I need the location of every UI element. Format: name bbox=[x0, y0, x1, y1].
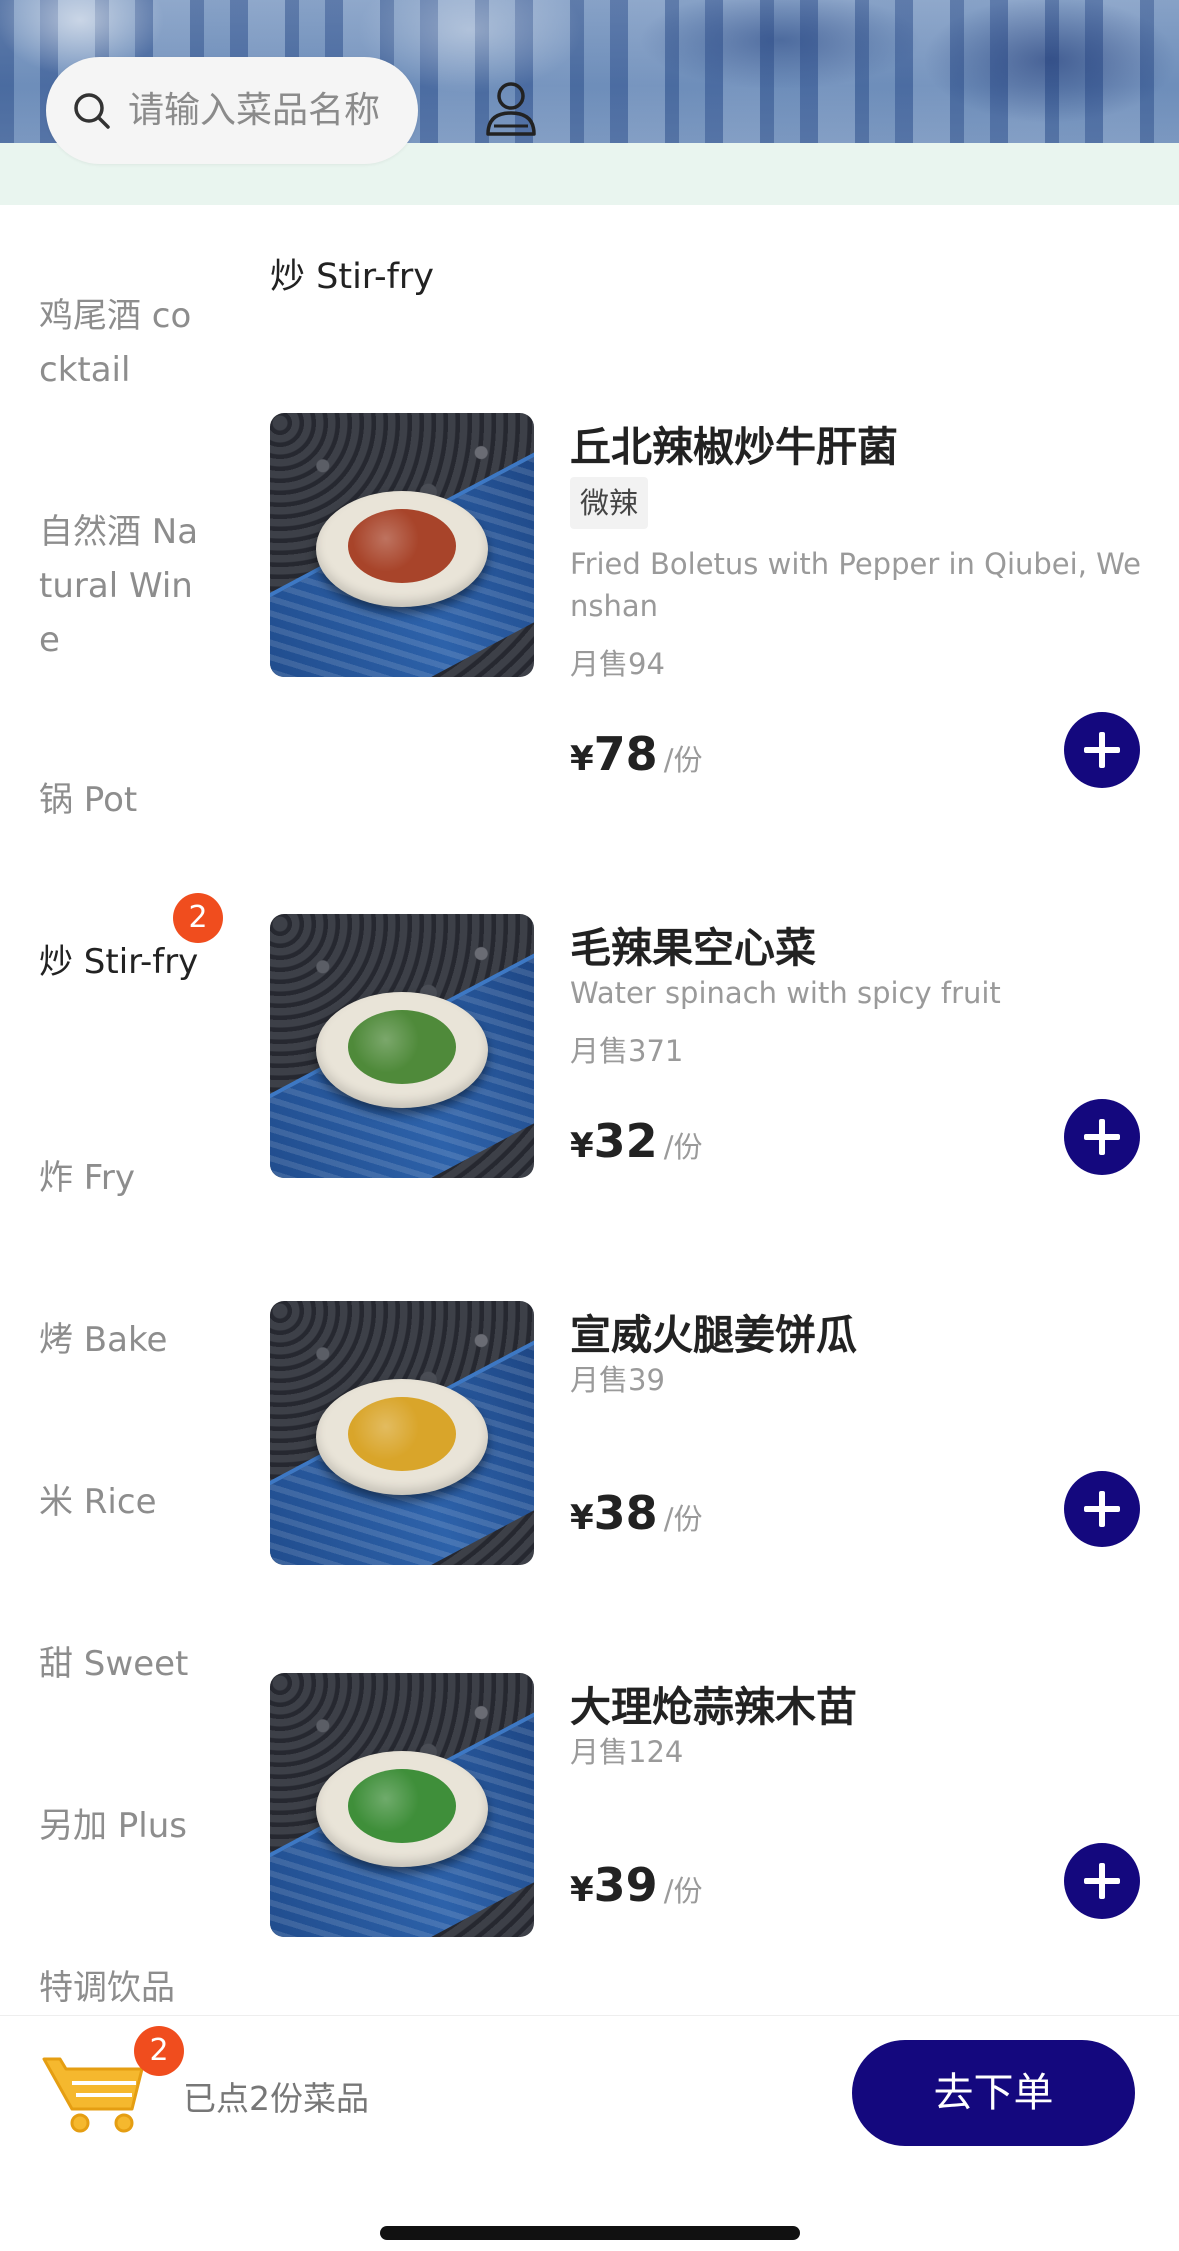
category-count-badge: 2 bbox=[173, 893, 223, 943]
section-title: 炒 Stir-fry bbox=[270, 257, 434, 297]
dish-image bbox=[270, 914, 534, 1178]
dish-card[interactable]: 宣威火腿姜饼瓜 月售39 bbox=[270, 1301, 1150, 1569]
search-bar[interactable] bbox=[46, 57, 418, 164]
sidebar-item-cocktail[interactable]: 鸡尾酒 cocktail bbox=[39, 289, 209, 397]
dish-image bbox=[270, 413, 534, 677]
add-to-cart-button[interactable] bbox=[1064, 712, 1140, 788]
sidebar-item-stir-fry[interactable]: 炒 Stir-fry bbox=[39, 935, 209, 989]
sidebar-item-bake[interactable]: 烤 Bake bbox=[39, 1313, 209, 1367]
sidebar-item-pot[interactable]: 锅 Pot bbox=[39, 773, 209, 827]
dish-card[interactable]: 毛辣果空心菜 Water spinach with spicy fruit 月售… bbox=[270, 914, 1150, 1182]
dish-name: 宣威火腿姜饼瓜 bbox=[570, 1311, 857, 1359]
shopping-cart-icon[interactable] bbox=[42, 2049, 146, 2133]
add-to-cart-button[interactable] bbox=[1064, 1471, 1140, 1547]
dish-image bbox=[270, 1301, 534, 1565]
dish-price: ¥78/份 bbox=[570, 727, 703, 781]
dish-card[interactable]: 大理炝蒜辣木苗 月售124 bbox=[270, 1673, 1150, 1941]
cart-count-badge: 2 bbox=[134, 2026, 184, 2076]
sidebar-item-natural-wine[interactable]: 自然酒 Natural Wine bbox=[39, 505, 209, 667]
sidebar-item-plus[interactable]: 另加 Plus bbox=[39, 1799, 209, 1853]
place-order-button[interactable]: 去下单 bbox=[852, 2040, 1135, 2146]
dish-sales: 月售124 bbox=[570, 1735, 684, 1769]
dish-description: Water spinach with spicy fruit bbox=[570, 976, 1001, 1010]
sidebar-item-special-drinks[interactable]: 特调饮品 bbox=[39, 1961, 209, 2015]
home-indicator bbox=[380, 2226, 800, 2240]
dish-price: ¥38/份 bbox=[570, 1486, 703, 1540]
add-to-cart-button[interactable] bbox=[1064, 1843, 1140, 1919]
cart-summary: 已点2份菜品 bbox=[183, 2079, 369, 2118]
sidebar-item-sweet[interactable]: 甜 Sweet bbox=[39, 1637, 209, 1691]
dish-price: ¥39/份 bbox=[570, 1858, 703, 1912]
cart-bar: 2 已点2份菜品 去下单 bbox=[0, 2015, 1179, 2251]
search-input[interactable] bbox=[128, 90, 418, 131]
dish-sales: 月售94 bbox=[570, 647, 665, 681]
dish-sales: 月售371 bbox=[570, 1034, 684, 1068]
dish-price: ¥32/份 bbox=[570, 1114, 703, 1168]
dish-description: Fried Boletus with Pepper in Qiubei, Wen… bbox=[570, 547, 1141, 623]
dish-image bbox=[270, 1673, 534, 1937]
user-icon[interactable] bbox=[484, 80, 538, 138]
dish-name: 丘北辣椒炒牛肝菌 bbox=[570, 423, 898, 471]
dish-name: 毛辣果空心菜 bbox=[570, 924, 816, 972]
add-to-cart-button[interactable] bbox=[1064, 1099, 1140, 1175]
search-icon bbox=[74, 92, 110, 129]
sidebar-item-fry[interactable]: 炸 Fry bbox=[39, 1151, 209, 1205]
dish-card[interactable]: 丘北辣椒炒牛肝菌 微辣 Fried Boletus with Pepper in… bbox=[270, 413, 1150, 681]
sidebar-item-rice[interactable]: 米 Rice bbox=[39, 1475, 209, 1529]
category-sidebar: 鸡尾酒 cocktail 自然酒 Natural Wine 锅 Pot 炒 St… bbox=[0, 205, 250, 2015]
dish-name: 大理炝蒜辣木苗 bbox=[570, 1683, 857, 1731]
dish-sales: 月售39 bbox=[570, 1363, 665, 1397]
spice-tag: 微辣 bbox=[570, 477, 649, 529]
